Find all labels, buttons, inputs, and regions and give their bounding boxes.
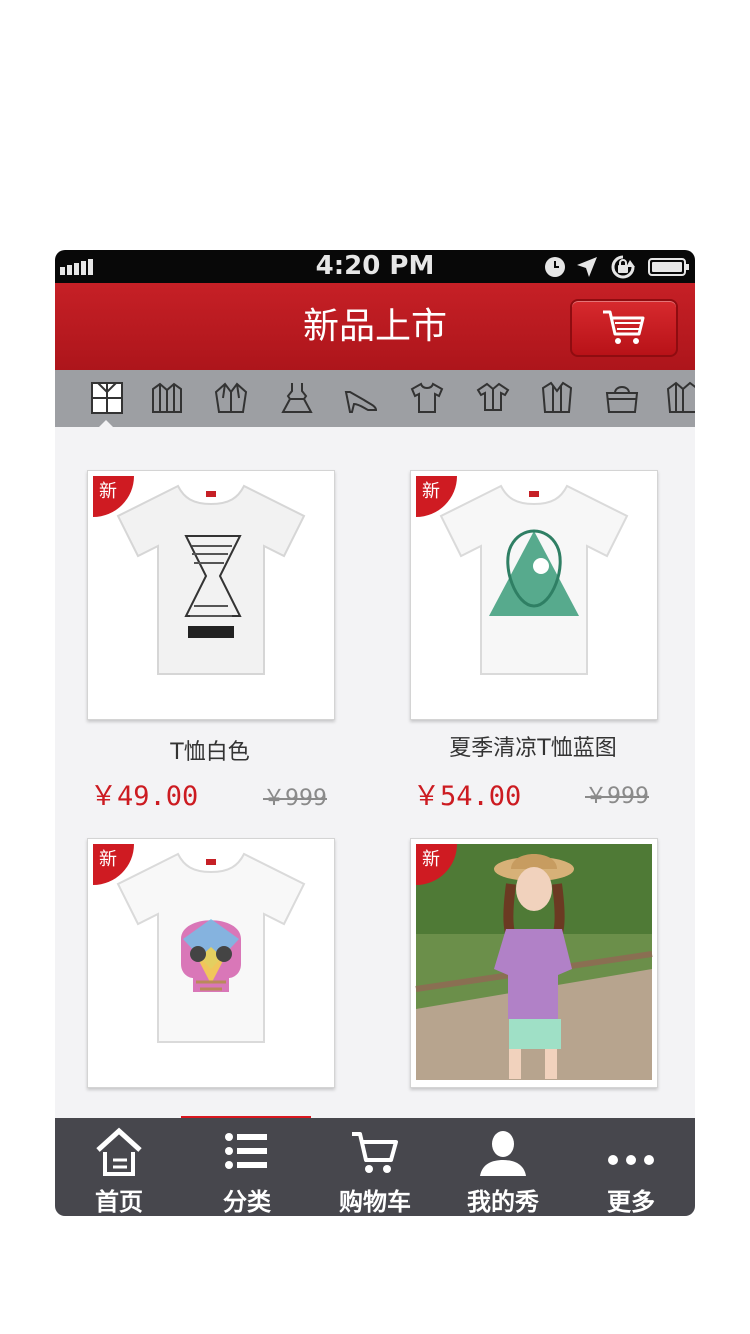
tab-bar: 首页 分类 购物车 我的秀 更多 — [55, 1118, 695, 1216]
product-price: ￥54.00 — [413, 781, 522, 812]
coat-icon[interactable] — [149, 380, 185, 416]
heels-icon[interactable] — [343, 380, 379, 416]
rotation-lock-icon — [611, 255, 635, 279]
tab-more[interactable]: 更多 — [567, 1118, 695, 1216]
tab-home[interactable]: 首页 — [55, 1118, 183, 1216]
status-bar: 4:20 PM — [55, 250, 695, 283]
dress-icon[interactable] — [279, 380, 315, 416]
product-old-price: ￥999 — [585, 784, 649, 809]
list-icon — [225, 1133, 267, 1169]
tab-my-show[interactable]: 我的秀 — [439, 1118, 567, 1216]
product-name: T恤白色 — [170, 740, 250, 765]
all-icon[interactable] — [89, 380, 125, 416]
home-icon — [96, 1127, 142, 1176]
product-old-price: ￥999 — [263, 786, 327, 811]
product-card[interactable]: 新 — [410, 470, 658, 720]
user-icon — [480, 1131, 526, 1176]
tab-cart[interactable]: 购物车 — [311, 1118, 439, 1216]
more-icon — [608, 1155, 654, 1165]
product-price: ￥49.00 — [90, 781, 199, 812]
product-image — [116, 852, 306, 1043]
cart-button[interactable] — [570, 299, 678, 357]
tee-icon[interactable] — [409, 380, 445, 416]
sweater-icon[interactable] — [665, 380, 695, 416]
product-image — [116, 484, 306, 675]
phone-screen: 4:20 PM 新品上市 新 T恤白色 ￥49.00 ￥999 新 夏季清凉T恤… — [55, 250, 695, 1216]
tab-category[interactable]: 分类 — [183, 1118, 311, 1216]
cardigan-icon[interactable] — [539, 380, 575, 416]
battery-icon — [648, 258, 689, 276]
location-icon — [577, 257, 597, 277]
shirt-icon[interactable] — [475, 380, 511, 416]
product-card[interactable]: 新 — [87, 470, 335, 720]
cart-icon — [352, 1132, 398, 1173]
handbag-icon[interactable] — [604, 380, 640, 416]
product-card[interactable]: 新 — [410, 838, 658, 1088]
category-pointer — [98, 420, 114, 428]
product-card[interactable]: 新 — [87, 838, 335, 1088]
nav-bar: 新品上市 — [55, 283, 695, 370]
product-name: 夏季清凉T恤蓝图 — [449, 736, 617, 761]
category-bar — [55, 370, 695, 427]
product-image — [415, 844, 653, 1080]
cart-icon — [603, 310, 645, 344]
alarm-icon — [545, 257, 565, 277]
jacket-icon[interactable] — [213, 380, 249, 416]
product-image — [439, 484, 629, 675]
